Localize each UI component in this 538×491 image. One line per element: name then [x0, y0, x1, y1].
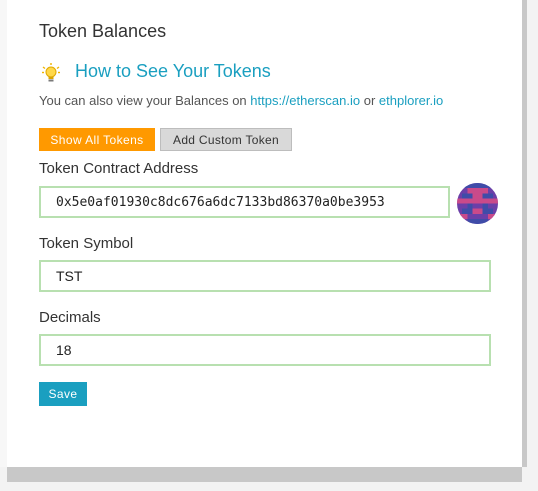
ethplorer-link[interactable]: ethplorer.io [379, 93, 443, 108]
horizontal-scrollbar[interactable] [7, 467, 522, 482]
how-to-see-tokens-link[interactable]: How to See Your Tokens [75, 61, 271, 82]
address-identicon [457, 183, 498, 224]
left-gutter [0, 0, 7, 467]
token-symbol-field[interactable] [39, 260, 491, 292]
save-button[interactable]: Save [39, 382, 87, 406]
decimals-label: Decimals [39, 309, 101, 326]
lightbulb-icon [41, 62, 61, 84]
info-prefix: You can also view your Balances on [39, 93, 251, 108]
panel-title: Token Balances [39, 21, 167, 41]
token-symbol-label: Token Symbol [39, 235, 134, 252]
vertical-scrollbar[interactable] [522, 0, 527, 467]
info-middle: or [360, 93, 379, 108]
show-all-tokens-button[interactable]: Show All Tokens [39, 128, 155, 151]
contract-address-field[interactable] [39, 186, 450, 218]
info-text: You can also view your Balances on https… [39, 93, 443, 108]
add-custom-token-button[interactable]: Add Custom Token [160, 128, 292, 151]
etherscan-link[interactable]: https://etherscan.io [250, 93, 360, 108]
contract-address-label: Token Contract Address [39, 160, 199, 177]
decimals-field[interactable] [39, 334, 491, 366]
token-balances-panel: Token Balances How to See Your Tokens Yo… [7, 0, 522, 467]
